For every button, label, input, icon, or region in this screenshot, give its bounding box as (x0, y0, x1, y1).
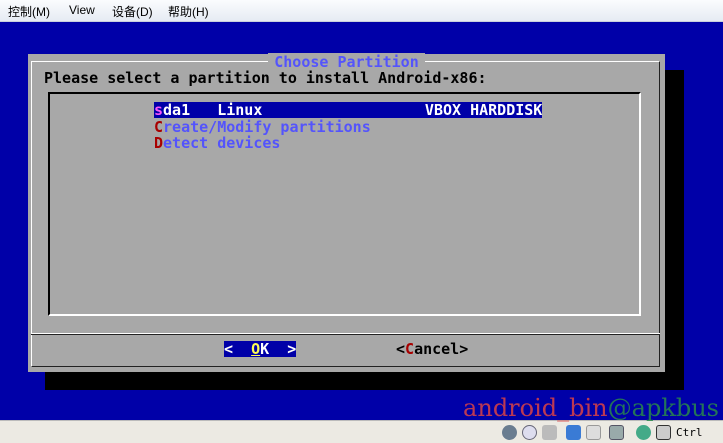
dialog-title: Choose Partition (28, 53, 665, 71)
hotkey: O (251, 340, 261, 358)
watermark-part1: android_bin (463, 394, 608, 422)
hotkey: C (405, 340, 415, 358)
watermark: android_bin@apkbus (463, 394, 719, 422)
menu-help[interactable]: 帮助(H) (168, 3, 209, 20)
divider (31, 333, 660, 335)
dialog-prompt: Please select a partition to install And… (44, 69, 487, 87)
list-item-sda1[interactable]: sda1 Linux VBOX HARDDISK (154, 101, 543, 119)
list-item-detect-devices[interactable]: Detect devices (154, 135, 280, 151)
menu-control[interactable]: 控制(M) (8, 3, 50, 20)
keyboard-capture-icon[interactable] (656, 425, 671, 440)
bracket: < (224, 340, 252, 358)
cancel-label: ancel> (414, 340, 469, 358)
bracket: > (269, 340, 297, 358)
ok-label: K (260, 340, 270, 358)
watermark-part2: @apkbus (607, 394, 719, 422)
menu-devices[interactable]: 设备(D) (112, 3, 153, 20)
status-bar: Ctrl (0, 420, 723, 443)
host-key-label: Ctrl (676, 426, 703, 439)
shared-folder-icon[interactable] (586, 425, 601, 440)
choose-partition-dialog: Choose Partition Please select a partiti… (28, 53, 665, 372)
bracket: < (396, 340, 406, 358)
usb-icon[interactable] (542, 425, 557, 440)
mouse-integration-icon[interactable] (636, 425, 651, 440)
hard-disk-icon[interactable] (502, 425, 517, 440)
item-label: etect devices (163, 134, 281, 152)
hotkey: D (154, 134, 164, 152)
partition-list: sda1 Linux VBOX HARDDISK Create/Modify p… (48, 92, 641, 316)
list-item-create-modify[interactable]: Create/Modify partitions (154, 119, 371, 135)
hotkey: s (154, 101, 164, 119)
cd-icon[interactable] (522, 425, 537, 440)
item-label: da1 Linux VBOX HARDDISK (163, 101, 543, 119)
menu-bar: 控制(M) View 设备(D) 帮助(H) (0, 0, 723, 22)
ok-button[interactable]: < OK > (224, 340, 297, 358)
cancel-button[interactable]: <Cancel> (396, 341, 468, 357)
menu-view[interactable]: View (69, 3, 95, 17)
network-icon[interactable] (566, 425, 581, 440)
virtualization-icon[interactable] (609, 425, 624, 440)
